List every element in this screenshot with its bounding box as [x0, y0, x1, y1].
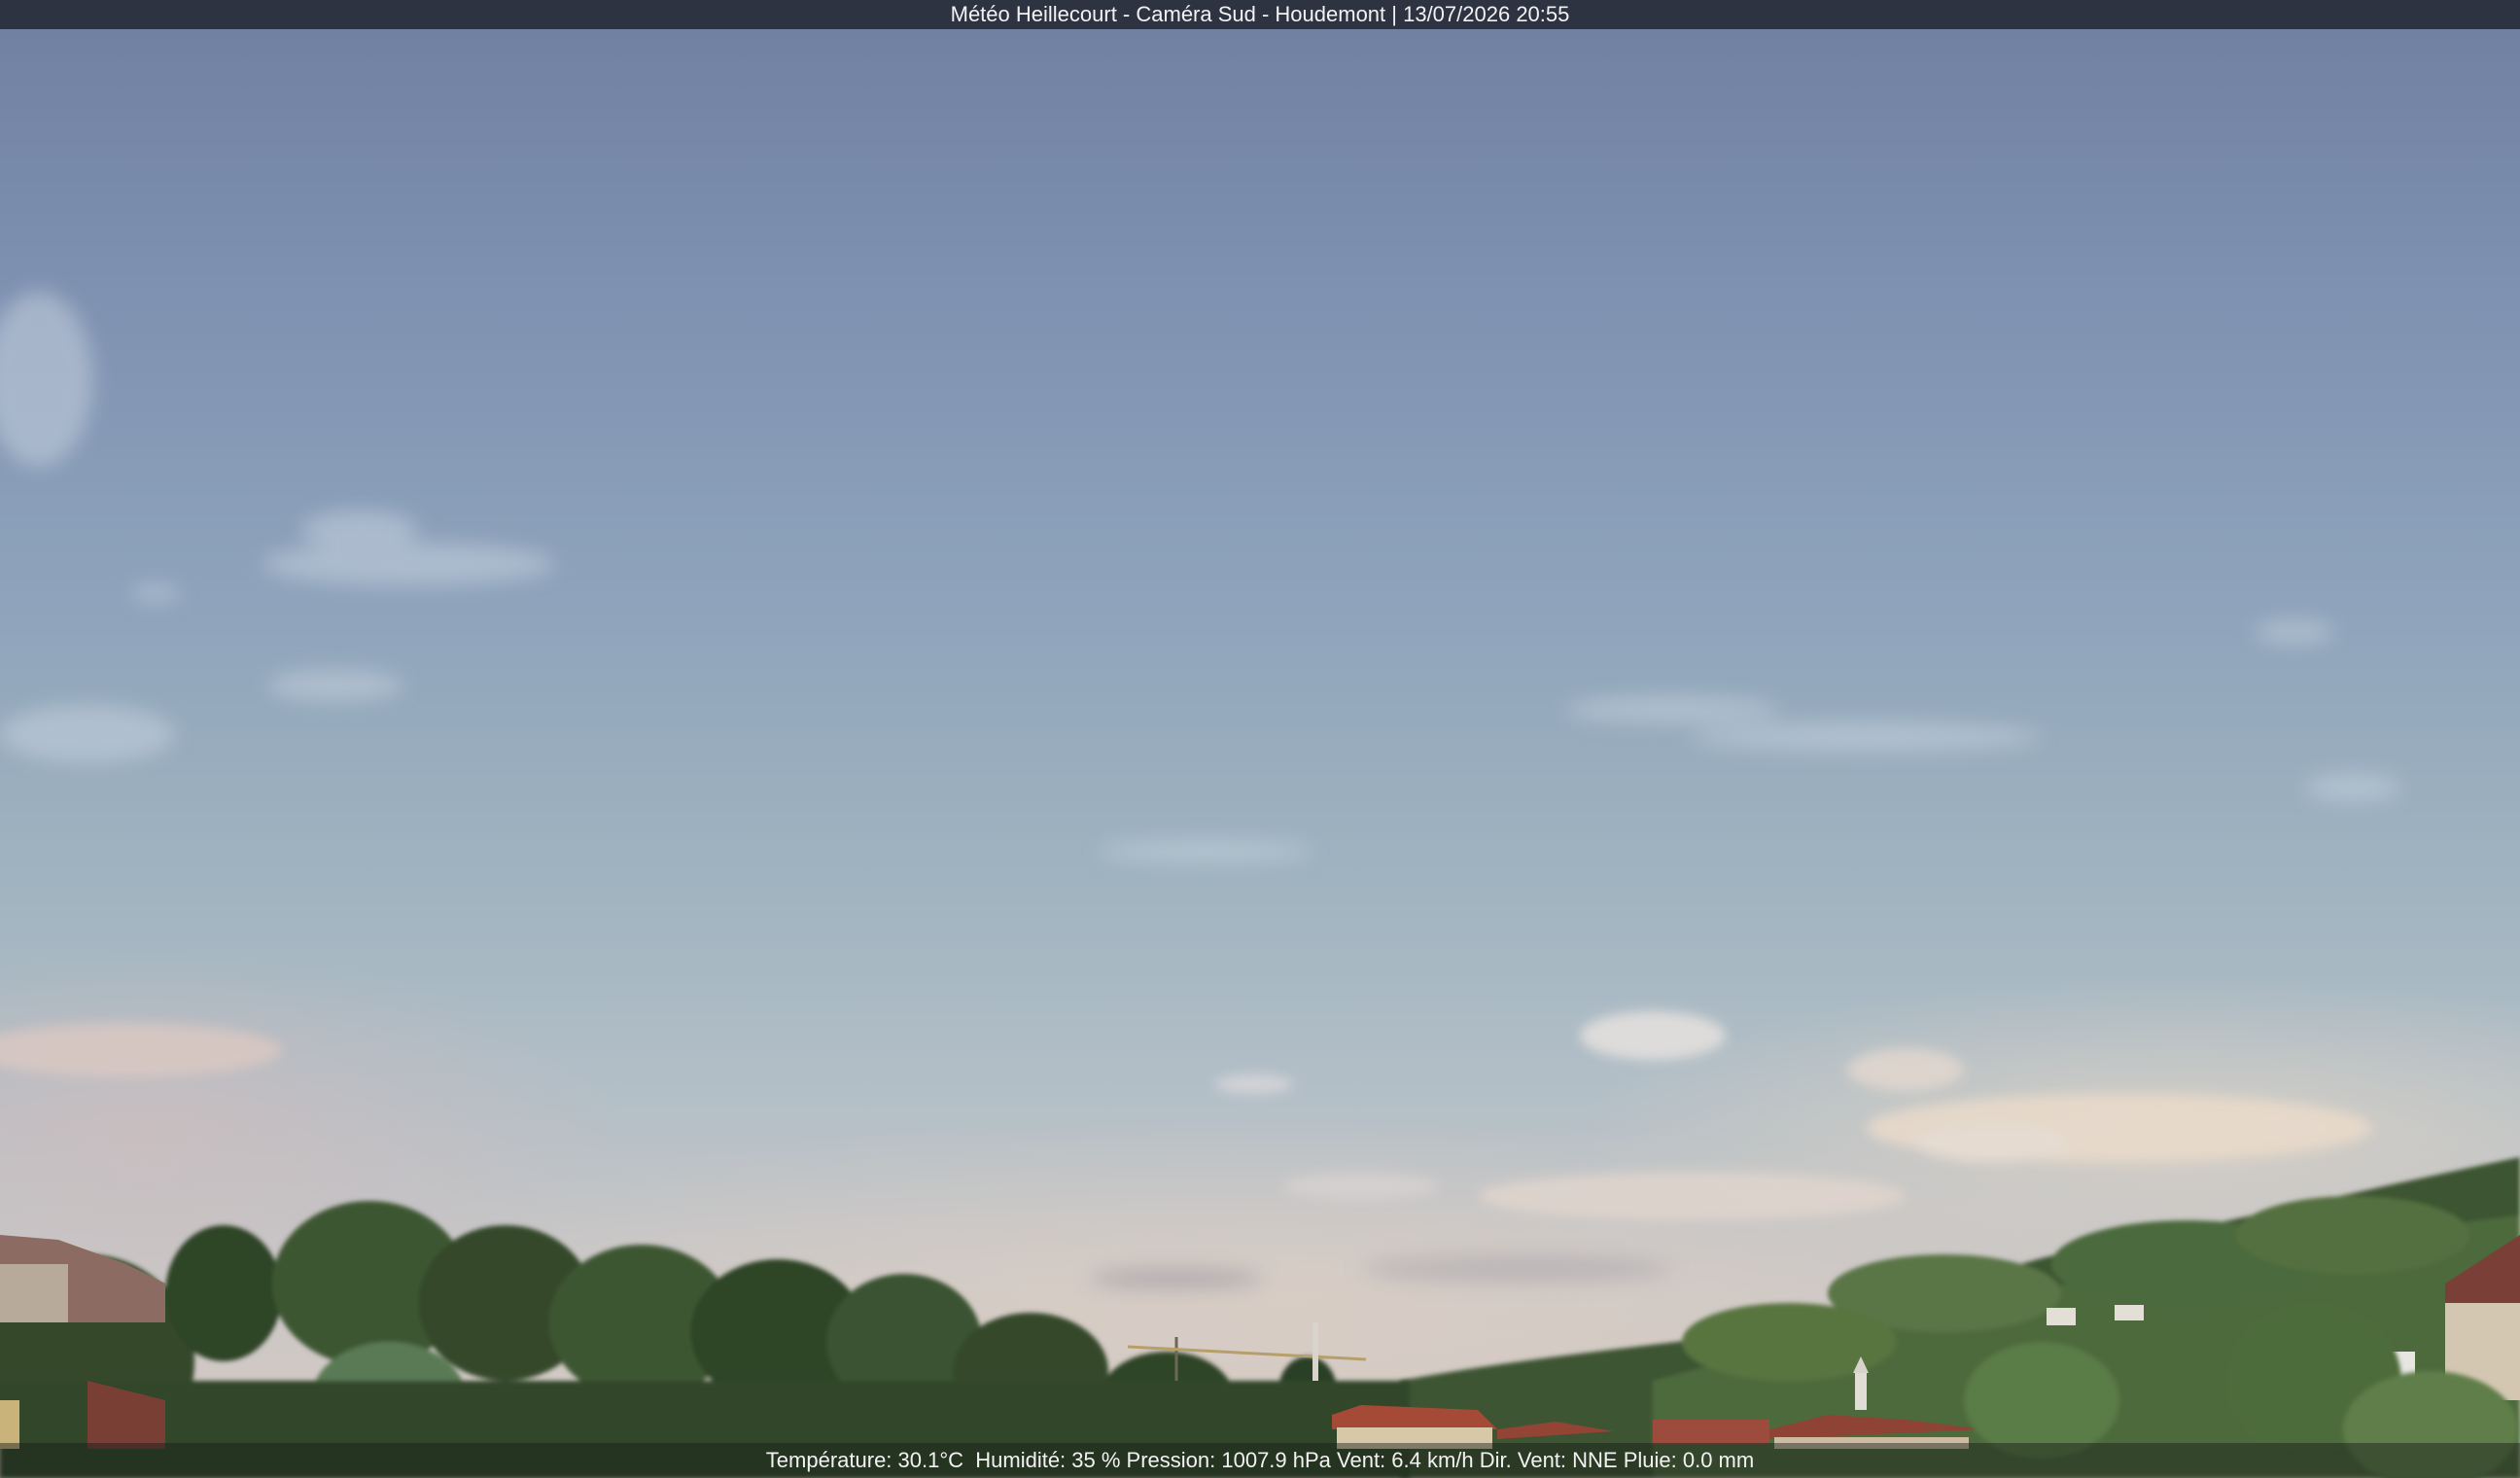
- landscape: [0, 1157, 2520, 1478]
- webcam-frame: Météo Heillecourt - Caméra Sud - Houdemo…: [0, 0, 2520, 1478]
- trees-left: [0, 1201, 1410, 1478]
- weather-readout-bar: Température: 30.1°C Humidité: 35 % Press…: [0, 1443, 2520, 1478]
- camera-title-bar: Météo Heillecourt - Caméra Sud - Houdemo…: [0, 0, 2520, 29]
